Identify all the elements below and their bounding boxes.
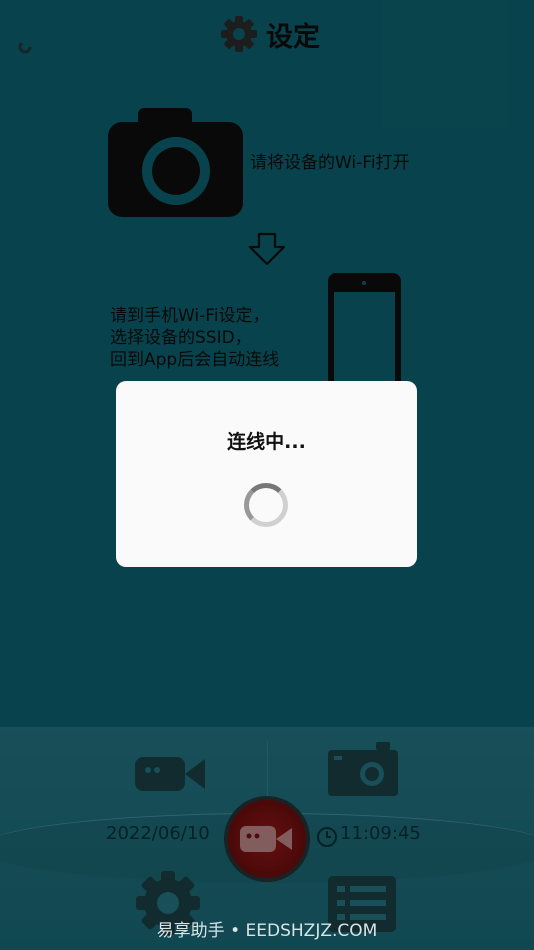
loading-spinner-icon [244,483,288,527]
connecting-dialog: 连线中... [116,381,417,567]
watermark: 易享助手 • EEDSHZJZ.COM [156,921,378,941]
dialog-message: 连线中... [227,431,306,453]
